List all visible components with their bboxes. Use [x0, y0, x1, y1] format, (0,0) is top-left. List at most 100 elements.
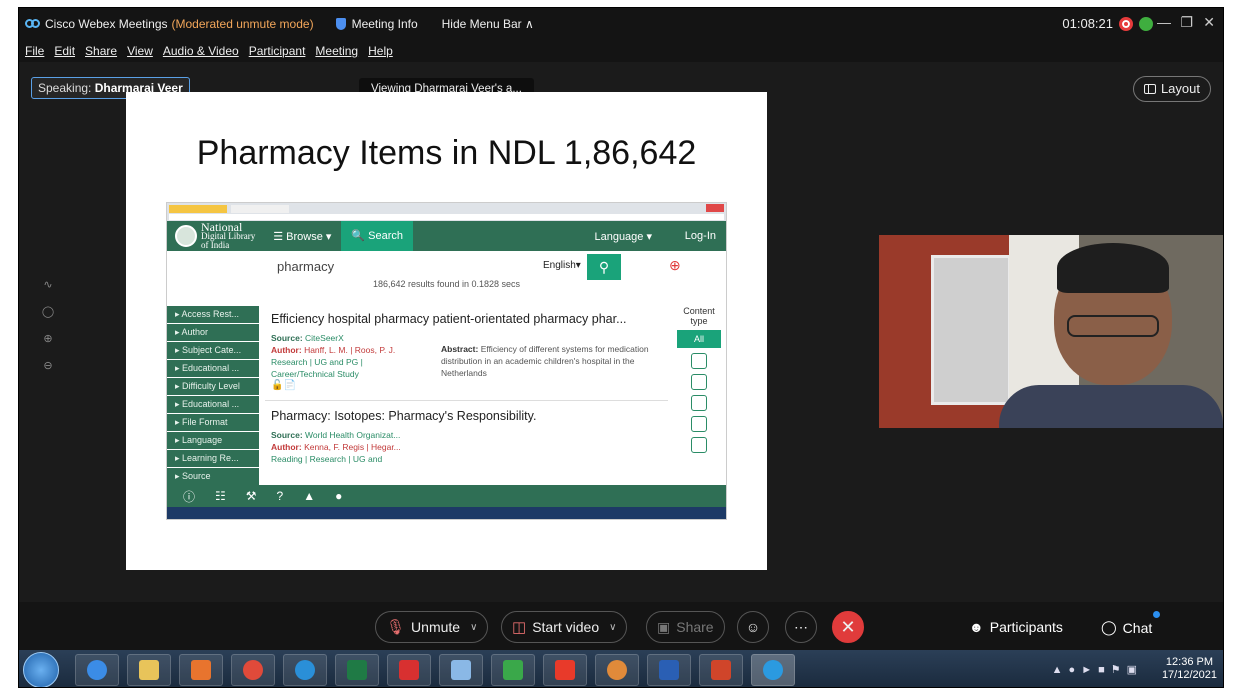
share-icon: ▣ [657, 618, 671, 635]
chat-notification-dot [1153, 611, 1161, 618]
excel-icon[interactable] [335, 654, 379, 686]
reactions-button[interactable]: ☺ [737, 611, 769, 643]
chat-button[interactable]: ◯ Chat [1101, 611, 1161, 636]
menu-bar: File Edit Share View Audio & Video Parti… [19, 40, 1223, 62]
facet-item: ▸ Educational ... [167, 360, 259, 377]
start-video-button[interactable]: ◫ Start video ∨ [501, 611, 628, 643]
ndl-facets: ▸ Access Rest... ▸ Author ▸ Subject Cate… [167, 306, 259, 486]
marker-icon[interactable] [491, 654, 535, 686]
word-icon[interactable] [647, 654, 691, 686]
menu-file[interactable]: File [25, 44, 44, 58]
zoom-in-icon[interactable]: ⊕ [41, 332, 55, 345]
result-item: Efficiency hospital pharmacy patient-ori… [265, 312, 668, 392]
close-icon: ✕ [840, 617, 856, 637]
hide-menu-bar-button[interactable]: Hide Menu Bar ∧ [442, 17, 534, 31]
app-icon[interactable] [439, 654, 483, 686]
participant-video[interactable] [879, 235, 1223, 428]
mic-muted-icon: 🎙 [386, 619, 406, 636]
chevron-down-icon[interactable]: ∨ [609, 622, 616, 633]
system-tray-icons[interactable]: ▲●►■⚑▣ [1052, 663, 1143, 676]
browser-chrome [167, 203, 726, 221]
minimize-icon[interactable]: — [1157, 14, 1171, 30]
meeting-timer: 01:08:21 [1062, 16, 1113, 31]
chrome-icon[interactable] [231, 654, 275, 686]
help-icon: ? [276, 489, 284, 503]
ndl-browse: ☰ Browse ▾ [273, 230, 332, 243]
ndl-nav: National Digital Library of India ☰ Brow… [167, 221, 726, 251]
end-call-button[interactable]: ✕ [832, 611, 864, 643]
ndl-search-tab: 🔍 Search [341, 221, 414, 251]
file-explorer-icon[interactable] [127, 654, 171, 686]
facet-item: ▸ Educational ... [167, 396, 259, 413]
video-icon [691, 416, 707, 432]
ndl-footer: ⓘ ☷ ⚒ ? ▲ ● [167, 485, 726, 507]
content-type-all: All [677, 330, 721, 348]
menu-meeting[interactable]: Meeting [315, 44, 358, 58]
layout-button[interactable]: Layout [1132, 76, 1211, 102]
participants-button[interactable]: ☻ Participants [969, 619, 1063, 635]
close-icon[interactable]: ✕ [1203, 14, 1215, 31]
recording-icon[interactable] [1119, 17, 1133, 31]
tools-icon: ⚒ [245, 489, 257, 503]
more-icon: ⋯ [794, 619, 808, 635]
menu-edit[interactable]: Edit [54, 44, 75, 58]
meeting-info-button[interactable]: Meeting Info [335, 17, 418, 31]
participants-icon: ☻ [969, 619, 984, 635]
zoom-out-icon[interactable]: ⊖ [41, 359, 55, 372]
result-title: Pharmacy: Isotopes: Pharmacy's Responsib… [271, 409, 537, 423]
opera-icon[interactable] [283, 654, 327, 686]
app-title: Cisco Webex Meetings [45, 17, 168, 31]
anydesk-icon[interactable] [543, 654, 587, 686]
info-icon: ⓘ [183, 489, 196, 504]
facet-item: ▸ Difficulty Level [167, 378, 259, 395]
ndl-logo: National Digital Library of India [175, 221, 255, 250]
network-health-icon[interactable] [1139, 17, 1153, 31]
menu-help[interactable]: Help [368, 44, 393, 58]
access-icon: 🔓📄 [271, 380, 296, 391]
acrobat-icon[interactable] [387, 654, 431, 686]
facet-item: ▸ Author [167, 324, 259, 341]
pointer-icon[interactable]: ◯ [41, 305, 55, 318]
ndl-language: Language ▾ [594, 230, 652, 243]
media-player-icon[interactable] [179, 654, 223, 686]
start-button[interactable] [23, 652, 59, 687]
video-off-icon: ◫ [512, 619, 527, 636]
restore-icon[interactable]: ❐ [1180, 14, 1193, 31]
slide-title: Pharmacy Items in NDL 1,86,642 [196, 134, 697, 172]
chrome-profile-icon[interactable] [595, 654, 639, 686]
facet-item: ▸ Language [167, 432, 259, 449]
internet-explorer-icon[interactable] [75, 654, 119, 686]
android-icon: ▲ [303, 489, 316, 503]
facet-item: ▸ File Format [167, 414, 259, 431]
facet-item: ▸ Source [167, 468, 259, 485]
facet-item: ▸ Subject Cate... [167, 342, 259, 359]
webex-logo-icon [25, 19, 40, 29]
unmute-button[interactable]: 🎙 Unmute ∨ [375, 611, 489, 643]
apple-icon: ● [335, 489, 343, 503]
result-item: Pharmacy: Isotopes: Pharmacy's Responsib… [265, 409, 668, 465]
chevron-down-icon[interactable]: ∨ [470, 622, 477, 633]
facet-item: ▸ Access Rest... [167, 306, 259, 323]
powerpoint-icon[interactable] [699, 654, 743, 686]
smiley-icon: ☺ [745, 619, 761, 635]
menu-share[interactable]: Share [85, 44, 117, 58]
more-options-button[interactable]: ⋯ [785, 611, 817, 643]
menu-audio-video[interactable]: Audio & Video [163, 44, 239, 58]
classroom-icon [691, 374, 707, 390]
ndl-results: Efficiency hospital pharmacy patient-ori… [265, 306, 668, 465]
result-title: Efficiency hospital pharmacy patient-ori… [271, 312, 627, 326]
sitemap-icon: ☷ [215, 489, 226, 503]
ndl-advanced-search-icon: ⊕ [669, 257, 681, 273]
meeting-controls: 🎙 Unmute ∨ ◫ Start video ∨ ▣ Share ☺ ⋯ ✕… [19, 602, 1223, 650]
webex-window: Cisco Webex Meetings (Moderated unmute m… [18, 7, 1224, 688]
layout-icon [1143, 84, 1156, 94]
menu-participant[interactable]: Participant [249, 44, 306, 58]
ndl-search-icon: ⚲ [587, 254, 621, 280]
system-clock[interactable]: 12:36 PM 17/12/2021 [1162, 656, 1217, 682]
result-abstract: Abstract: Efficiency of different system… [441, 344, 649, 378]
annotate-icon[interactable]: ∿ [41, 278, 55, 291]
share-button[interactable]: ▣ Share [646, 611, 725, 643]
shared-slide: Pharmacy Items in NDL 1,86,642 National … [126, 92, 767, 570]
webex-taskbar-icon[interactable] [751, 654, 795, 686]
menu-view[interactable]: View [127, 44, 153, 58]
